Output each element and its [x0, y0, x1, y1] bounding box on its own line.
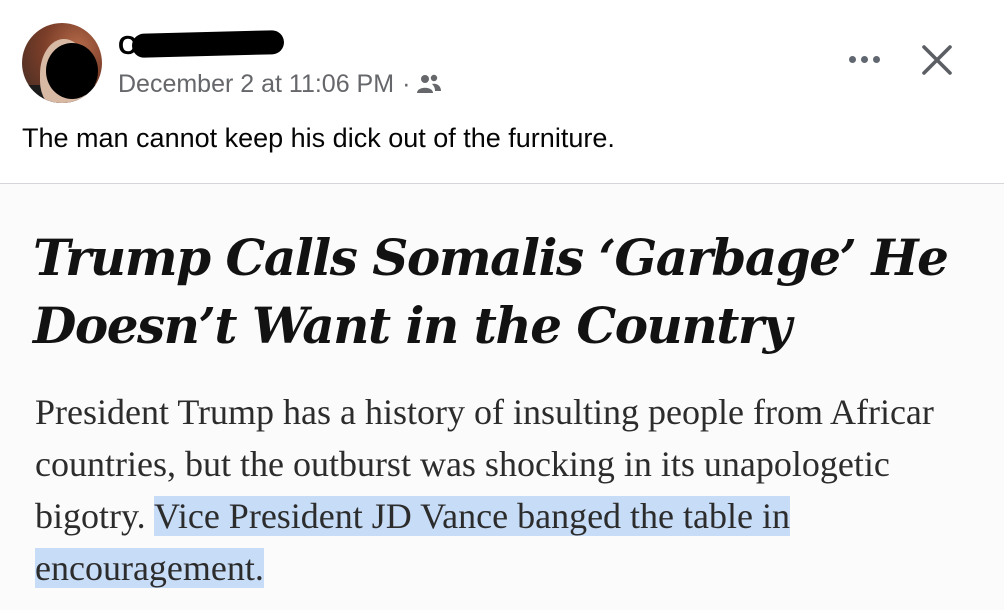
article-headline: Trump Calls Somalis ‘Garbage’ He Doesn’t…	[33, 224, 993, 360]
summary-line: bigotry. Vice President JD Vance banged …	[35, 490, 1004, 542]
summary-line: President Trump has a history of insulti…	[35, 392, 934, 432]
author-name[interactable]: C	[118, 28, 286, 60]
highlighted-text: Vice President JD Vance banged the table…	[154, 496, 790, 536]
highlighted-text: encouragement.	[35, 548, 264, 588]
headline-line: Trump Calls Somalis ‘Garbage’ He	[33, 228, 949, 287]
avatar[interactable]	[22, 23, 102, 103]
summary-line: countries, but the outburst was shocking…	[35, 444, 890, 484]
post-header: C December 2 at 11:06 PM · The man canno…	[0, 0, 1004, 185]
meta-separator: ·	[402, 69, 411, 98]
summary-line: encouragement.	[35, 542, 1004, 594]
close-icon[interactable]	[917, 40, 957, 80]
more-options-button[interactable]	[843, 45, 887, 75]
more-horizontal-icon	[873, 56, 880, 63]
post-text: The man cannot keep his dick out of the …	[22, 123, 615, 153]
summary-text: bigotry.	[35, 496, 155, 536]
article-summary: President Trump has a history of insulti…	[35, 386, 1004, 594]
more-horizontal-icon	[861, 56, 868, 63]
headline-line: Doesn’t Want in the Country	[33, 296, 792, 355]
shared-article-image[interactable]: Trump Calls Somalis ‘Garbage’ He Doesn’t…	[0, 184, 1004, 610]
avatar-redaction	[46, 43, 98, 99]
more-horizontal-icon	[849, 56, 856, 63]
post-timestamp[interactable]: December 2 at 11:06 PM	[118, 70, 394, 99]
friends-icon[interactable]	[416, 73, 442, 95]
author-name-redaction	[131, 30, 285, 58]
post-meta: December 2 at 11:06 PM ·	[118, 70, 442, 98]
